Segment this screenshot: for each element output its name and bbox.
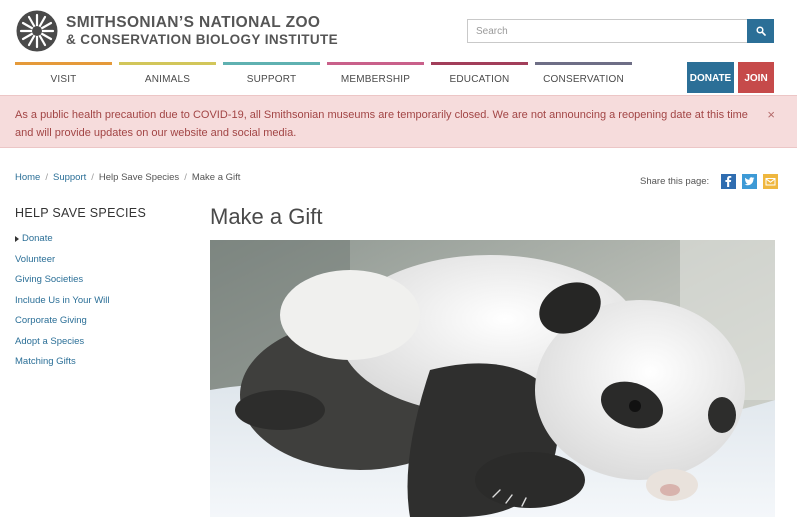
twitter-icon[interactable] xyxy=(742,174,758,189)
sidebar-item-label: Matching Gifts xyxy=(15,356,76,367)
giant-panda-cub-photo xyxy=(210,240,775,517)
sidebar-item-corporate-giving[interactable]: Corporate Giving xyxy=(15,313,110,334)
nav-item-animals[interactable]: ANIMALS xyxy=(119,62,216,93)
caret-right-icon xyxy=(15,235,19,242)
sidebar-item-donate[interactable]: Donate xyxy=(15,231,110,252)
donate-button[interactable]: DONATE xyxy=(687,62,734,93)
sidebar-item-label: Volunteer xyxy=(15,253,56,265)
hero-image xyxy=(210,240,775,517)
logo-line2: & CONSERVATION BIOLOGY INSTITUTE xyxy=(66,32,339,47)
breadcrumb-support[interactable]: Support xyxy=(53,172,86,183)
alert-text: As a public health precaution due to COV… xyxy=(15,109,748,139)
breadcrumb-separator: / xyxy=(45,172,48,183)
sidebar-item-include-us-in-your-will[interactable]: Include Us in Your Will xyxy=(15,293,110,314)
nav-item-membership[interactable]: MEMBERSHIP xyxy=(327,62,424,93)
sidebar-item-label: Include Us in Your Will xyxy=(15,294,110,306)
sidebar-item-label: Corporate Giving xyxy=(15,315,87,326)
share-label: Share this page: xyxy=(640,176,710,187)
close-icon[interactable]: × xyxy=(767,106,775,124)
logo-wordmark: SMITHSONIAN’S NATIONAL ZOO & CONSERVATIO… xyxy=(66,14,338,48)
facebook-icon[interactable] xyxy=(721,174,737,189)
sidebar-item-volunteer[interactable]: Volunteer xyxy=(15,252,110,273)
page-title: Make a Gift xyxy=(210,204,323,229)
sunburst-logo-icon xyxy=(16,10,58,52)
site-logo[interactable]: SMITHSONIAN’S NATIONAL ZOO & CONSERVATIO… xyxy=(16,10,338,52)
sidebar-item-label: Donate xyxy=(22,233,53,244)
main-nav: VISIT ANIMALS SUPPORT MEMBERSHIP EDUCATI… xyxy=(15,62,632,93)
breadcrumb-current: Make a Gift xyxy=(191,172,241,183)
nav-item-support[interactable]: SUPPORT xyxy=(223,62,320,93)
sidebar-item-matching-gifts[interactable]: Matching Gifts xyxy=(15,354,110,375)
search-bar xyxy=(467,19,774,43)
breadcrumb: Home / Support / Help Save Species / Mak… xyxy=(15,172,240,183)
logo-line1: SMITHSONIAN’S NATIONAL ZOO xyxy=(66,14,321,31)
search-icon xyxy=(755,26,766,36)
sidebar-title: HELP SAVE SPECIES xyxy=(15,206,147,220)
sidebar-item-giving-societies[interactable]: Giving Societies xyxy=(15,272,110,293)
breadcrumb-separator: / xyxy=(184,172,187,183)
share-bar: Share this page: xyxy=(640,174,779,189)
email-icon[interactable] xyxy=(763,174,779,189)
nav-item-education[interactable]: EDUCATION xyxy=(431,62,528,93)
breadcrumb-help-save-species[interactable]: Help Save Species xyxy=(99,172,179,183)
sidebar-item-label: Giving Societies xyxy=(15,274,84,285)
sidebar-item-adopt-a-species[interactable]: Adopt a Species xyxy=(15,334,110,355)
sidebar-item-label: Adopt a Species xyxy=(15,335,85,347)
search-input[interactable] xyxy=(467,19,748,43)
nav-item-visit[interactable]: VISIT xyxy=(15,62,112,93)
nav-item-conservation[interactable]: CONSERVATION xyxy=(535,62,632,93)
breadcrumb-home[interactable]: Home xyxy=(15,172,40,183)
breadcrumb-separator: / xyxy=(91,172,94,183)
search-button[interactable] xyxy=(747,19,774,43)
covid-alert-banner: As a public health precaution due to COV… xyxy=(0,95,797,148)
join-button[interactable]: JOIN xyxy=(738,62,774,93)
sidebar-nav: Donate Volunteer Giving Societies Includ… xyxy=(15,231,110,375)
